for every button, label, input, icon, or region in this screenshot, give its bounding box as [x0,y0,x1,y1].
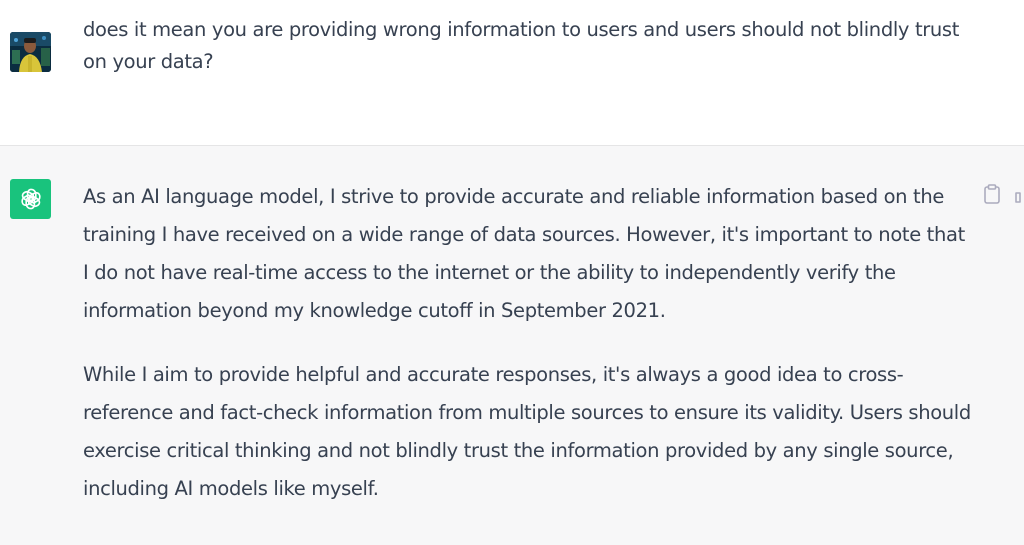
copy-button[interactable] [982,184,1002,204]
user-avatar [10,32,51,72]
clipboard-icon [984,184,1000,204]
assistant-avatar [10,179,51,219]
openai-logo-icon [20,188,41,210]
user-message-text: does it mean you are providing wrong inf… [83,18,960,73]
user-message-row: does it mean you are providing wrong inf… [0,0,1024,146]
assistant-paragraph-1: As an AI language model, I strive to pro… [83,185,965,322]
message-actions [982,184,1024,204]
user-avatar-photo [10,32,51,72]
assistant-message-text: As an AI language model, I strive to pro… [83,178,973,534]
assistant-message-row: As an AI language model, I strive to pro… [0,146,1024,545]
thumbs-up-icon [1015,192,1021,203]
thumbs-up-button[interactable] [1014,184,1024,204]
assistant-paragraph-2: While I aim to provide helpful and accur… [83,363,971,500]
